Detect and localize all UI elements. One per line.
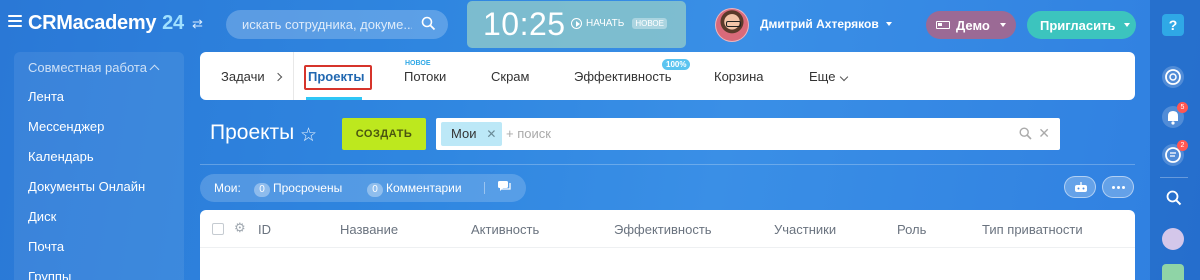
- user-name[interactable]: Дмитрий Ахтеряков: [760, 17, 879, 31]
- star-icon[interactable]: ☆: [300, 124, 317, 147]
- search-input[interactable]: [242, 17, 412, 32]
- chevron-down-icon[interactable]: [886, 22, 892, 26]
- filter-chip[interactable]: Мои ✕: [441, 122, 503, 146]
- tab-more[interactable]: Еще: [809, 69, 835, 84]
- divider: [1160, 177, 1188, 178]
- sidebar-item-feed[interactable]: Лента: [28, 89, 64, 104]
- app-icon[interactable]: [1162, 264, 1184, 280]
- close-icon[interactable]: ✕: [486, 122, 496, 146]
- more-button[interactable]: [1102, 176, 1134, 198]
- close-icon[interactable]: ✕: [1038, 125, 1050, 142]
- column-header[interactable]: Название: [340, 222, 398, 237]
- sidebar-item-mail[interactable]: Почта: [28, 239, 64, 254]
- avito-icon[interactable]: [1162, 228, 1184, 250]
- divider: [200, 164, 1135, 165]
- invite-label: Пригласить: [1040, 17, 1116, 33]
- filter-chip-label: Мои: [451, 126, 477, 141]
- chat-icon[interactable]: 2: [1162, 140, 1188, 166]
- new-badge: НОВОЕ: [405, 60, 431, 67]
- overdue-count: 0: [254, 183, 270, 197]
- chevron-up-icon: [149, 64, 160, 75]
- chevron-down-icon: [1124, 23, 1131, 27]
- column-header[interactable]: Участники: [774, 222, 836, 237]
- new-badge: НОВОЕ: [632, 18, 667, 29]
- left-sidebar: Совместная работа Лента Мессенджер Кален…: [14, 52, 184, 280]
- comments-label: Комментарии: [386, 181, 462, 195]
- demo-button[interactable]: Демо: [926, 11, 1016, 39]
- work-time-widget[interactable]: 10:25 НАЧАТЬ НОВОЕ: [467, 1, 686, 48]
- page-title: Проекты: [210, 121, 295, 144]
- comments-counter[interactable]: 0 Комментарии: [367, 181, 462, 197]
- clock-time: 10:25: [483, 6, 566, 42]
- play-icon: [571, 18, 582, 29]
- counters-label: Мои:: [214, 181, 241, 195]
- search-box: [226, 10, 448, 39]
- divider: [484, 182, 485, 194]
- projects-table: ⚙ ID Название Активность Эффективность У…: [200, 210, 1135, 280]
- tab-tasks[interactable]: Задачи: [221, 69, 265, 84]
- robot-button[interactable]: [1064, 176, 1096, 198]
- tab-flows[interactable]: Потоки: [404, 69, 446, 84]
- select-all-checkbox[interactable]: [212, 223, 224, 235]
- swap-icon[interactable]: ⇄: [192, 16, 203, 32]
- start-label: НАЧАТЬ: [586, 18, 625, 29]
- filter-bar[interactable]: Мои ✕ + поиск ✕: [436, 118, 1060, 150]
- battery-icon: [936, 21, 950, 29]
- bell-icon[interactable]: 5: [1162, 102, 1188, 128]
- comments-count: 0: [367, 183, 383, 197]
- top-bar: CRMacademy24 ⇄ 10:25 НАЧАТЬ НОВОЕ Дмитри…: [0, 0, 1150, 50]
- chat-badge: 2: [1177, 140, 1188, 151]
- tab-efficiency[interactable]: Эффективность: [574, 69, 672, 84]
- sidebar-item-calendar[interactable]: Календарь: [28, 149, 94, 164]
- search-icon[interactable]: [421, 16, 436, 31]
- help-icon[interactable]: ?: [1162, 14, 1184, 36]
- divider: [293, 52, 294, 100]
- sidebar-item-drive[interactable]: Диск: [28, 209, 56, 224]
- demo-label: Демо: [956, 17, 990, 33]
- tab-scrum[interactable]: Скрам: [491, 69, 529, 84]
- column-header[interactable]: Активность: [471, 222, 539, 237]
- column-header[interactable]: ID: [258, 222, 271, 237]
- right-panel: ? 5 2: [1150, 0, 1200, 280]
- sidebar-item-messenger[interactable]: Мессенджер: [28, 119, 104, 134]
- search-icon[interactable]: [1166, 190, 1182, 206]
- table-header: ⚙ ID Название Активность Эффективность У…: [200, 210, 1135, 248]
- overdue-counter[interactable]: 0 Просрочены: [254, 181, 342, 197]
- create-button[interactable]: СОЗДАТЬ: [342, 118, 426, 150]
- robot-icon: [1075, 182, 1087, 192]
- search-icon[interactable]: [1019, 127, 1032, 140]
- tab-cart[interactable]: Корзина: [714, 69, 764, 84]
- tab-projects[interactable]: Проекты: [308, 69, 364, 84]
- section-title-label: Совместная работа: [28, 60, 147, 75]
- counters-bar: Мои: 0 Просрочены 0 Комментарии: [200, 174, 526, 202]
- gear-icon[interactable]: ⚙: [234, 220, 246, 236]
- sidebar-item-groups[interactable]: Группы: [28, 269, 71, 280]
- notification-badge: 5: [1177, 102, 1188, 113]
- sidebar-item-docs[interactable]: Документы Онлайн: [28, 179, 145, 194]
- chevron-down-icon[interactable]: [839, 72, 849, 82]
- logo-name: CRMacademy: [28, 12, 157, 34]
- logo-number: 24: [162, 12, 184, 34]
- chat-icon[interactable]: [497, 180, 512, 194]
- more-dots-icon: [1112, 186, 1115, 189]
- avatar[interactable]: [715, 8, 749, 42]
- invite-button[interactable]: Пригласить: [1027, 11, 1136, 39]
- chevron-right-icon: [273, 72, 283, 82]
- portal-logo[interactable]: CRMacademy 24: [28, 12, 184, 35]
- active-tab-indicator: [306, 97, 362, 100]
- sidebar-section-title[interactable]: Совместная работа: [28, 60, 160, 75]
- column-header[interactable]: Эффективность: [614, 222, 712, 237]
- filter-search-input[interactable]: + поиск: [506, 126, 551, 141]
- chevron-down-icon: [999, 23, 1006, 27]
- column-header[interactable]: Тип приватности: [982, 222, 1083, 237]
- tab-bar: Задачи Проекты НОВОЕ Потоки Скрам 100% Э…: [200, 52, 1135, 100]
- menu-icon[interactable]: [8, 15, 22, 27]
- start-workday-button[interactable]: НАЧАТЬ НОВОЕ: [571, 18, 667, 29]
- column-header[interactable]: Роль: [897, 222, 926, 237]
- overdue-label: Просрочены: [273, 181, 343, 195]
- copilot-icon[interactable]: [1162, 66, 1184, 88]
